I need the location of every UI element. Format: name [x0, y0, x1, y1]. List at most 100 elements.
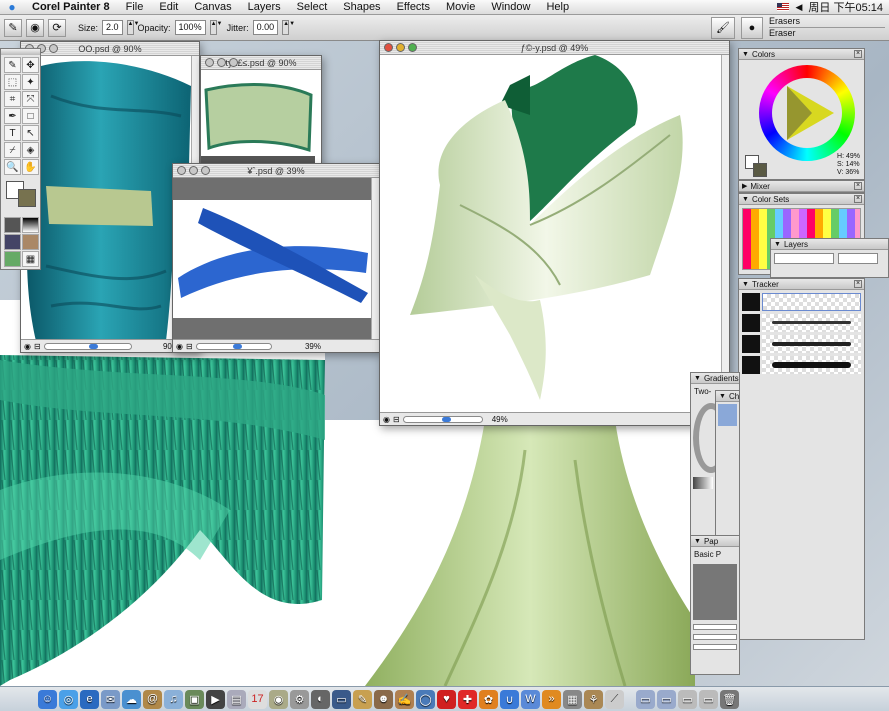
brush-rotate-icon[interactable]: ⟳: [48, 18, 66, 37]
wrap-top-image[interactable]: [380, 55, 723, 414]
magnifier-icon[interactable]: 🔍: [4, 159, 21, 175]
layers-panel-header[interactable]: ▼ Layers: [771, 239, 888, 250]
menu-effects[interactable]: Effects: [389, 1, 438, 13]
channel-row[interactable]: [718, 404, 737, 426]
app-icon-2[interactable]: ▭: [332, 689, 351, 709]
collapse-triangle-icon[interactable]: ▼: [774, 239, 781, 250]
app-icon-4[interactable]: ✍: [395, 689, 414, 709]
brush-dab-icon[interactable]: ●: [741, 16, 763, 39]
painter-icon[interactable]: ✎: [353, 689, 372, 709]
minimized-window-4-icon[interactable]: ▭: [699, 689, 718, 709]
app-icon-13[interactable]: ⚘: [584, 689, 603, 709]
panel-close-icon[interactable]: ×: [854, 195, 862, 203]
color-swatch-icon[interactable]: [4, 179, 37, 213]
minimized-window-3-icon[interactable]: ▭: [678, 689, 697, 709]
look-selector-icon[interactable]: ▦: [22, 251, 39, 267]
address-book-icon[interactable]: @: [143, 689, 162, 709]
window-title-bar[interactable]: OO.psd @ 90%: [21, 42, 199, 56]
menu-movie[interactable]: Movie: [438, 1, 483, 13]
system-preferences-icon[interactable]: ⚙: [290, 689, 309, 709]
nozzle-selector-icon[interactable]: [4, 251, 21, 267]
app-icon-8[interactable]: ✿: [479, 689, 498, 709]
menu-canvas[interactable]: Canvas: [186, 1, 239, 13]
app-icon-10[interactable]: W: [521, 689, 540, 709]
mixer-panel-header[interactable]: ▶ Mixer ×: [739, 181, 864, 192]
menu-help[interactable]: Help: [538, 1, 577, 13]
zoom-button[interactable]: [49, 44, 58, 53]
opacity-stepper[interactable]: ▲▼: [209, 20, 222, 35]
window-title-bar[interactable]: ƒ©-y.psd @ 49%: [380, 41, 729, 55]
itunes-icon[interactable]: ♫: [164, 689, 183, 709]
zoom-out-icon[interactable]: ⊟: [393, 415, 400, 424]
finder-icon[interactable]: ☺: [38, 689, 57, 709]
brush-variant[interactable]: Eraser: [769, 28, 885, 39]
apple-menu-icon[interactable]: ●: [0, 0, 24, 14]
gradients-panel-header[interactable]: ▼ Gradients: [691, 373, 739, 384]
layer-opacity-field[interactable]: [838, 253, 878, 264]
mail-icon[interactable]: ✉: [101, 689, 120, 709]
zoom-out-icon[interactable]: ⊟: [186, 342, 193, 351]
zoom-button[interactable]: [201, 166, 210, 175]
rect-shape-icon[interactable]: □: [22, 108, 39, 124]
vertical-scrollbar[interactable]: [371, 178, 379, 339]
current-color-swatch[interactable]: [745, 155, 767, 177]
pattern-selector-icon[interactable]: [4, 234, 21, 250]
input-language-flag-icon[interactable]: [777, 3, 790, 11]
app-icon-14[interactable]: ⟋: [605, 689, 624, 709]
expand-triangle-icon[interactable]: ▶: [742, 181, 747, 192]
safari-icon[interactable]: ◎: [59, 689, 78, 709]
menubar-clock[interactable]: 周日 下午05:14: [808, 0, 883, 15]
text-icon[interactable]: T: [4, 125, 21, 141]
brush-shape-icon[interactable]: ◉: [26, 18, 44, 37]
panel-close-icon[interactable]: ×: [854, 182, 862, 190]
close-button[interactable]: [205, 58, 214, 67]
brush-tool-icon[interactable]: ✎: [4, 18, 22, 37]
preview-icon[interactable]: ▤: [227, 689, 246, 709]
volume-icon[interactable]: ◀︎: [795, 2, 802, 13]
channels-panel-header[interactable]: ▼ Ch: [716, 391, 739, 402]
collapse-triangle-icon[interactable]: ▼: [694, 536, 701, 547]
magic-wand-icon[interactable]: ✦: [22, 74, 39, 90]
collapse-triangle-icon[interactable]: ▼: [719, 391, 726, 402]
vertical-scrollbar[interactable]: [721, 55, 729, 412]
weave-selector-icon[interactable]: [22, 234, 39, 250]
minimized-window-2-icon[interactable]: ▭: [657, 689, 676, 709]
minimize-button[interactable]: [396, 43, 405, 52]
ical-icon[interactable]: 17: [248, 689, 267, 709]
tracker-row[interactable]: [742, 335, 861, 353]
grabber-hand-icon[interactable]: ✋: [22, 159, 39, 175]
dropper-icon[interactable]: ⌿: [4, 142, 21, 158]
brush-category[interactable]: Erasers: [769, 16, 885, 28]
canvas-skirt-artwork[interactable]: [0, 300, 325, 686]
menu-app-name[interactable]: Corel Painter 8: [24, 1, 118, 13]
tracker-panel-header[interactable]: ▼ Tracker ×: [739, 279, 864, 290]
papers-panel-header[interactable]: ▼ Pap: [691, 536, 739, 547]
crop-icon[interactable]: ⌗: [4, 91, 21, 107]
app-icon-12[interactable]: ▦: [563, 689, 582, 709]
gradient-selector-icon[interactable]: [22, 217, 39, 233]
pen-icon[interactable]: ✒: [4, 108, 21, 124]
paper-selector-icon[interactable]: [4, 217, 21, 233]
zoom-percent[interactable]: 39%: [305, 342, 321, 351]
app-icon-6[interactable]: ♥: [437, 689, 456, 709]
gradient-preview-bar[interactable]: [693, 477, 713, 489]
tracing-toggle-icon[interactable]: ◉: [176, 342, 183, 351]
zoom-out-icon[interactable]: ⊟: [34, 342, 41, 351]
zoom-slider[interactable]: [43, 342, 132, 350]
layer-adjuster-icon[interactable]: ✥: [22, 57, 39, 73]
colors-panel-header[interactable]: ▼ Colors ×: [739, 49, 864, 60]
rect-select-icon[interactable]: ⬚: [4, 74, 21, 90]
opacity-field[interactable]: 100%: [174, 20, 206, 35]
panel-close-icon[interactable]: ×: [854, 50, 862, 58]
color-wheel[interactable]: [759, 65, 855, 161]
paper-contrast-slider[interactable]: [693, 634, 737, 640]
app-icon-1[interactable]: ◐: [311, 689, 330, 709]
app-icon-7[interactable]: ✚: [458, 689, 477, 709]
zoom-button[interactable]: [229, 58, 238, 67]
blue-sash-image[interactable]: [173, 178, 373, 341]
minimize-button[interactable]: [189, 166, 198, 175]
collapse-triangle-icon[interactable]: ▼: [742, 49, 749, 60]
jitter-field[interactable]: 0.00: [252, 20, 279, 35]
menu-file[interactable]: File: [118, 1, 152, 13]
collapse-triangle-icon[interactable]: ▼: [742, 279, 749, 290]
